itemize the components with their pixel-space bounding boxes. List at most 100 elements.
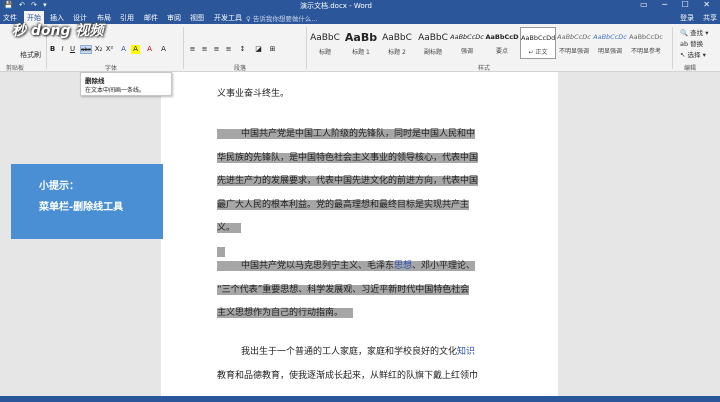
- text-line: 最广大人民的根本利益。党的最高理想和最终目标是实现共产主: [217, 199, 470, 210]
- text-line: …………………………………………………: [217, 72, 492, 83]
- text-line: 先进生产力的发展要求，代表中国先进文化的前进方向，代表中国: [217, 176, 479, 186]
- tell-me-search[interactable]: ♀ 告诉我你想要做什么...: [246, 13, 318, 23]
- paragraph-group-label: 段落: [234, 65, 247, 72]
- style-sample: AaBbCcDc: [593, 33, 627, 41]
- style-sample: AaBbCcDc: [629, 33, 663, 41]
- window-controls[interactable]: ▭ ─ ☐ ✕: [640, 0, 716, 9]
- style-name: 明显强调: [597, 48, 622, 55]
- text-line: 教育和品德教育，使我逐渐成长起来，从鲜红的队旗下戴上红领巾: [217, 370, 479, 381]
- style-title[interactable]: AaBbC 标题: [307, 27, 343, 59]
- italic-button[interactable]: I: [58, 45, 67, 54]
- style-sample: AaBbC: [382, 33, 412, 43]
- text-segment: 中国共产党以马克思列宁主义、毛泽东: [241, 261, 395, 271]
- editing-group-label: 编辑: [684, 65, 697, 72]
- font-group-label: 字体: [105, 65, 118, 72]
- borders-icon[interactable]: ⊞: [268, 45, 277, 54]
- tab-view[interactable]: 视图: [190, 13, 204, 23]
- highlight-color-button[interactable]: A: [131, 45, 140, 54]
- clipboard-group-label: 剪贴板: [6, 65, 25, 72]
- quick-access-toolbar[interactable]: 💾 ↶ ↷ ▾: [4, 1, 49, 9]
- text-line: “三个代表”重要思想、科学发展观、习近平新时代中国特色社会: [217, 284, 470, 295]
- style-subtle-emphasis[interactable]: AaBbCcDc 不明显强调: [556, 27, 592, 59]
- style-name: ↵ 正文: [528, 49, 548, 56]
- style-emphasis[interactable]: AaBbCcDc 强调: [449, 27, 485, 59]
- vertical-scrollbar[interactable]: [712, 72, 720, 396]
- style-name: 不明显参考: [630, 48, 661, 55]
- style-name: 要点: [495, 48, 508, 55]
- tooltip-description: 在文本中间画一条线。: [85, 87, 146, 94]
- style-normal[interactable]: AaBbCcDd ↵ 正文: [520, 27, 556, 59]
- tip-text: 菜单栏-删除线工具: [39, 202, 124, 213]
- tab-developer[interactable]: 开发工具: [214, 13, 242, 23]
- subscript-button[interactable]: X₂: [94, 45, 103, 54]
- justify-icon[interactable]: ≡: [224, 45, 233, 54]
- style-name: 标题: [318, 49, 331, 56]
- paragraph-1-selected: 中国共产党是中国工人阶级的先锋队，同时是中国人民和中 华民族的先锋队，是中国特色…: [217, 123, 492, 264]
- style-sample: AaBb: [344, 31, 378, 44]
- style-intense-emphasis[interactable]: AaBbCcDc 明显强调: [592, 27, 628, 59]
- style-heading-2[interactable]: AaBbC 标题 2: [379, 27, 415, 59]
- style-name: 不明显强调: [558, 48, 589, 55]
- bold-button[interactable]: B: [48, 45, 57, 54]
- select-button[interactable]: ↖ 选择 ▾: [680, 49, 706, 59]
- char-shading-button[interactable]: A: [159, 45, 168, 54]
- style-strong[interactable]: AaBbCcD 要点: [484, 27, 520, 59]
- text-line: 主义思想作为自己的行动指南。: [217, 308, 354, 318]
- text-segment: 我出生于一个普通的工人家庭，家庭和学校良好的文化: [241, 347, 458, 357]
- tip-title: 小提示：: [39, 181, 79, 192]
- style-sample: AaBbCcDd: [521, 34, 556, 42]
- tooltip-title: 删除线: [85, 77, 105, 85]
- replace-button[interactable]: ab 替换: [680, 38, 703, 48]
- align-left-icon[interactable]: ≡: [188, 45, 197, 54]
- style-heading-1[interactable]: AaBb 标题 1: [343, 27, 379, 59]
- tab-review[interactable]: 审阅: [167, 13, 181, 23]
- styles-group-label: 样式: [478, 65, 491, 72]
- status-bar: [0, 396, 720, 402]
- separator: [672, 27, 673, 69]
- underline-button[interactable]: U: [68, 45, 77, 54]
- text-line: 义事业奋斗终生。: [217, 88, 290, 99]
- tip-box: 小提示： 菜单栏-删除线工具: [11, 164, 163, 239]
- link-text[interactable]: 知识: [457, 347, 475, 357]
- style-name: 强调: [460, 48, 473, 55]
- find-button[interactable]: 🔍 查找 ▾: [680, 27, 709, 37]
- paragraph-3: 我出生于一个普通的工人家庭，家庭和学校良好的文化知识 教育和品德教育，使我逐渐成…: [217, 341, 492, 388]
- style-sample: AaBbCcD: [485, 33, 519, 41]
- style-name: 副标题: [423, 49, 442, 56]
- text-line: 华民族的先锋队，是中国特色社会主义事业的领导核心，代表中国: [217, 152, 479, 163]
- style-name: 标题 1: [352, 49, 370, 56]
- font-color-button[interactable]: A: [145, 45, 154, 54]
- text-segment: 、邓小平理论、: [412, 261, 476, 271]
- ribbon-tabs: 文件 开始 插入 设计 布局 引用 邮件 审阅 视图 开发工具 ♀ 告诉我你想要…: [0, 11, 720, 24]
- text-effects-button[interactable]: A: [119, 45, 128, 54]
- login-link[interactable]: 登录: [680, 13, 694, 23]
- style-sample: AaBbC: [418, 33, 448, 43]
- separator: [183, 27, 184, 69]
- style-name: 标题 2: [388, 49, 406, 56]
- style-subtitle[interactable]: AaBbC 副标题: [415, 27, 451, 59]
- paragraph-2-selected: 中国共产党以马克思列宁主义、毛泽东思想、邓小平理论、 “三个代表”重要思想、科学…: [217, 255, 492, 326]
- tab-references[interactable]: 引用: [120, 13, 134, 23]
- style-sample: AaBbCcDc: [557, 33, 591, 41]
- format-painter-button[interactable]: 格式刷: [20, 50, 41, 60]
- share-button[interactable]: 共享: [703, 13, 717, 23]
- window-title: 演示文档.docx - Word: [300, 2, 372, 10]
- style-sample: AaBbCcDc: [450, 33, 484, 41]
- align-center-icon[interactable]: ≡: [200, 45, 209, 54]
- strikethrough-tooltip: 删除线 在文本中间画一条线。: [80, 72, 172, 96]
- shading-icon[interactable]: ◪: [254, 45, 263, 54]
- tab-mailings[interactable]: 邮件: [144, 13, 158, 23]
- watermark-logo: 秒 dong 视频: [12, 23, 104, 39]
- text-line: 中国共产党是中国工人阶级的先锋队，同时是中国人民和中: [217, 129, 476, 139]
- style-subtle-reference[interactable]: AaBbCcDc 不明显参考: [628, 27, 664, 59]
- strikethrough-button[interactable]: abc: [80, 45, 92, 54]
- ribbon: 格式刷 剪贴板 B I U abc X₂ X² A A A A 字体 ≡ ≡ ≡…: [0, 24, 720, 72]
- style-sample: AaBbC: [310, 33, 340, 43]
- title-bar: 💾 ↶ ↷ ▾ 演示文档.docx - Word ▭ ─ ☐ ✕: [0, 0, 720, 11]
- document-page: ………………………………………………… 义事业奋斗终生。 中国共产党是中国工人阶…: [161, 72, 558, 402]
- superscript-button[interactable]: X²: [105, 45, 114, 54]
- align-right-icon[interactable]: ≡: [212, 45, 221, 54]
- text-line: 义。: [217, 223, 242, 233]
- link-text[interactable]: 思想: [394, 261, 412, 271]
- line-spacing-icon[interactable]: ↕: [238, 45, 247, 54]
